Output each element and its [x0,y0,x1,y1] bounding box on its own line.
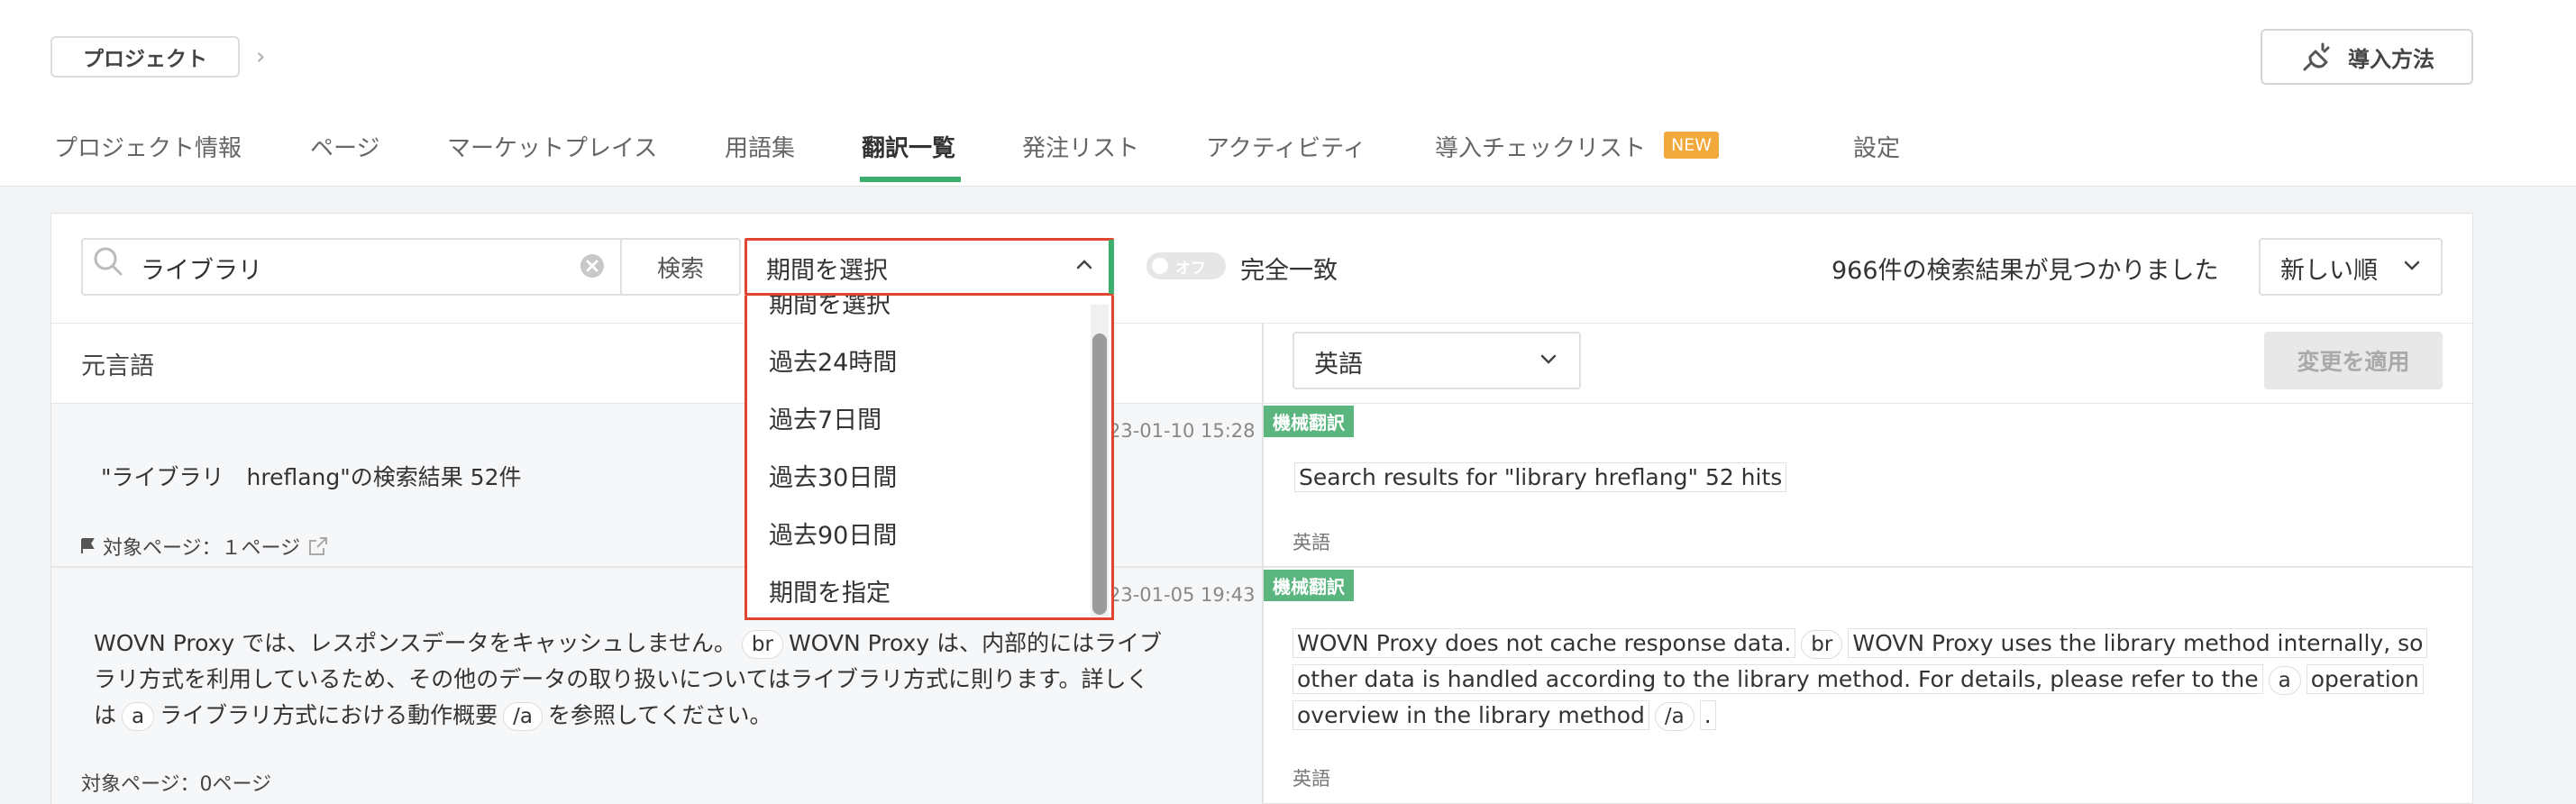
translation-text[interactable]: Search results for "library hreflang" 52… [1294,460,1787,496]
source-text: "ライブラリ hreflang"の検索結果 52件 [101,464,522,490]
dropdown-option-24h[interactable]: 過去24時間 [769,343,897,378]
period-select-value: 期間を選択 [766,257,888,285]
toggle-knob [1152,258,1168,274]
clear-icon[interactable] [579,252,606,279]
target-pages-label: 対象ページ：0ページ [81,773,272,796]
project-tabs: プロジェクト情報 ページ マーケットプレイス 用語集 翻訳一覧 発注リスト アク… [0,117,2576,186]
dropdown-option-30d[interactable]: 過去30日間 [769,458,897,493]
row-language: 英語 [1293,768,1330,790]
result-count: 966件の検索結果が見つかりました [1832,257,2219,285]
row-timestamp: 23-01-10 15:28 [1109,420,1256,442]
period-select-accent [1109,240,1114,294]
active-tab-indicator [860,177,961,182]
machine-translation-badge: 機械翻訳 [1264,406,1354,437]
tag-a: a [122,702,155,731]
tag-br: br [741,630,783,659]
machine-translation-badge: 機械翻訳 [1264,570,1354,601]
chevron-right-icon: › [256,43,266,70]
tag-a: a [2268,666,2301,695]
dropdown-option-select-period[interactable]: 期間を選択 [769,296,891,320]
install-guide-label: 導入方法 [2348,46,2434,72]
chevron-up-icon [1076,260,1092,270]
tab-settings[interactable]: 設定 [1853,130,1900,163]
plug-icon [2303,42,2330,71]
tab-pages[interactable]: ページ [310,130,379,163]
column-divider [1262,323,1264,804]
source-language-header: 元言語 [81,352,154,380]
breadcrumb-project-button[interactable]: プロジェクト [50,36,240,78]
tab-order-list[interactable]: 発注リスト [1022,130,1139,163]
search-input[interactable]: ライブラリ [141,251,262,286]
dropdown-option-7d[interactable]: 過去7日間 [769,400,882,435]
tag-a-close: /a [503,702,543,731]
target-pages-label: 対象ページ：１ページ [103,537,301,560]
translation-text[interactable]: WOVN Proxy does not cache response data.… [1293,626,2446,734]
toggle-state-label: オフ [1175,260,1206,278]
source-text: WOVN Proxy では、レスポンスデータをキャッシュしません。 br WOVN … [94,626,1229,734]
dropdown-scrollbar-thumb[interactable] [1092,333,1107,615]
row-language: 英語 [1293,532,1330,553]
target-language-value: 英語 [1314,351,1363,379]
tab-translation-list[interactable]: 翻訳一覧 [862,130,955,163]
exact-match-label: 完全一致 [1240,257,1338,285]
tab-glossary[interactable]: 用語集 [725,130,795,163]
row-timestamp: 23-01-05 19:43 [1109,584,1256,606]
flag-icon [81,538,95,553]
tag-br: br [1801,630,1843,659]
sort-select-value: 新しい順 [2280,257,2378,285]
tab-checklist[interactable]: 導入チェックリスト [1435,130,1646,163]
chevron-down-icon [1540,354,1557,364]
external-link-icon[interactable] [307,535,329,557]
target-pages[interactable]: 対象ページ：１ページ [79,532,329,561]
tab-activity[interactable]: アクティビティ [1206,130,1366,163]
new-badge: NEW [1664,132,1720,159]
tab-marketplace[interactable]: マーケットプレイス [447,130,657,163]
search-button[interactable]: 検索 [622,240,739,294]
dropdown-option-90d[interactable]: 過去90日間 [769,516,897,551]
apply-changes-button[interactable]: 変更を適用 [2264,332,2443,389]
translation-segment[interactable]: Search results for "library hreflang" 52… [1294,462,1787,492]
dropdown-option-custom[interactable]: 期間を指定 [769,573,891,608]
period-dropdown: 期間を選択 過去24時間 過去7日間 過去30日間 過去90日間 期間を指定 [744,296,1114,620]
search-icon [94,247,123,276]
tag-a-close: /a [1654,702,1694,731]
tab-project-info[interactable]: プロジェクト情報 [54,130,242,163]
install-guide-button[interactable]: 導入方法 [2261,29,2473,85]
chevron-down-icon [2404,260,2420,270]
